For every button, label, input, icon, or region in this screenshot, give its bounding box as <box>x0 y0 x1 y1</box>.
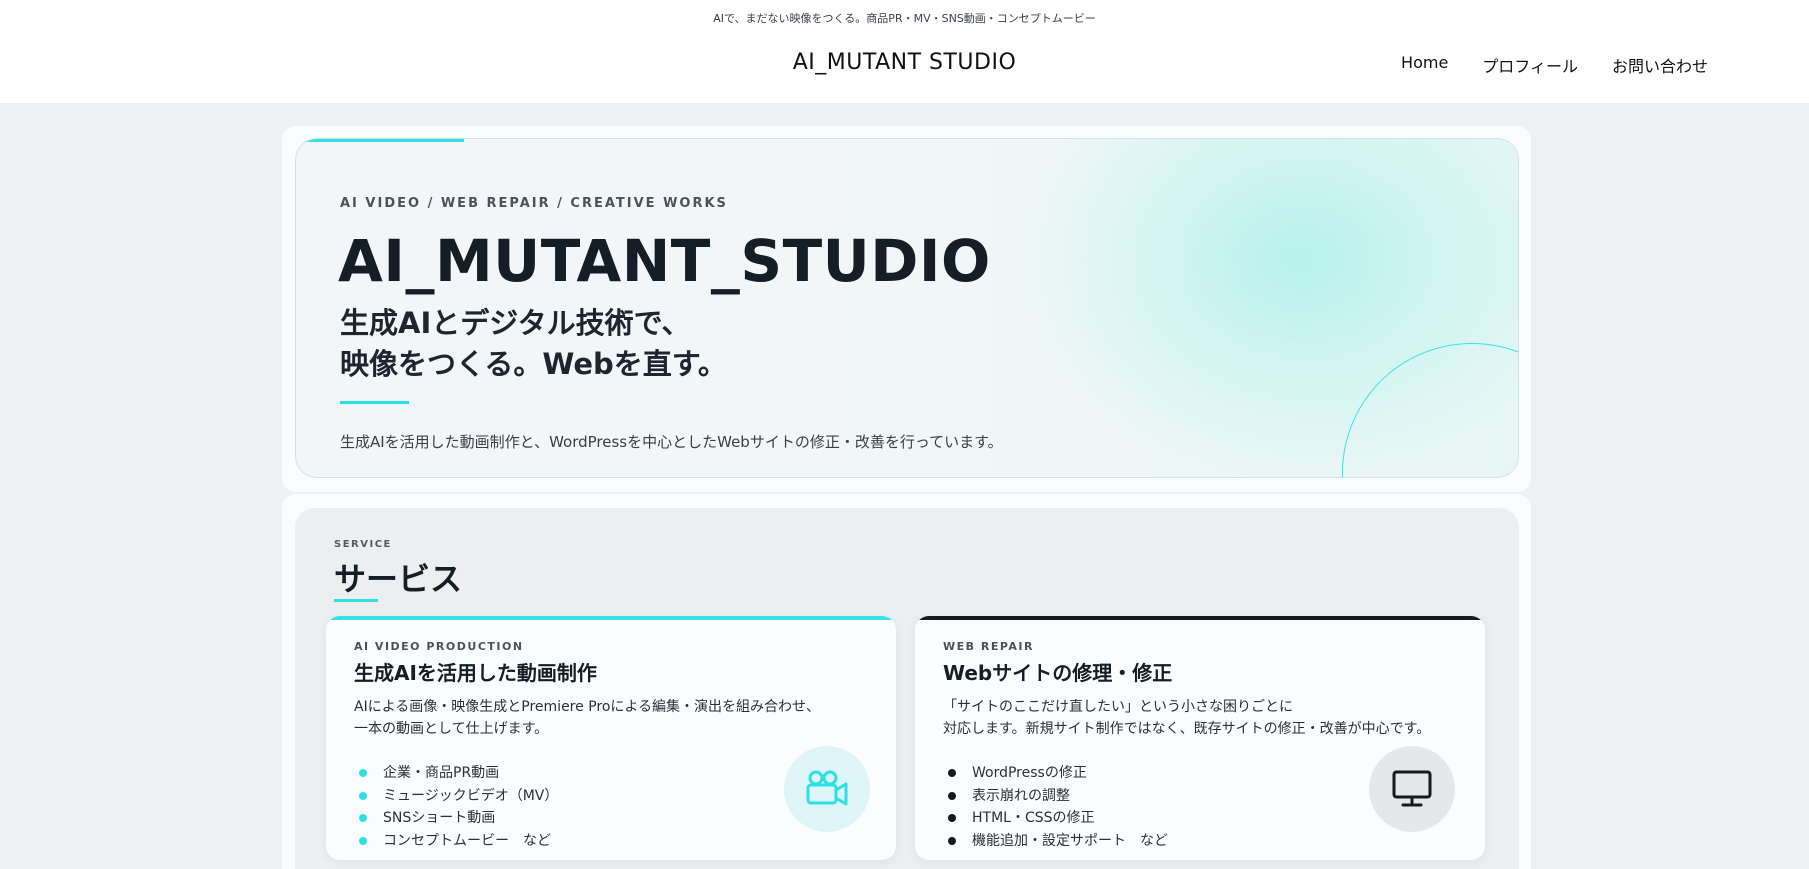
card-description-line-2: 一本の動画として仕上げます。 <box>354 721 549 737</box>
hero-subtitle: 生成AIとデジタル技術で、 映像をつくる。Webを直す。 <box>340 303 727 385</box>
hero-title: AI_MUTANT_STUDIO <box>338 227 991 295</box>
list-item: 表示崩れの調整 <box>948 785 1168 808</box>
card-description: AIによる画像・映像生成とPremiere Proによる編集・演出を組み合わせ、… <box>354 696 874 740</box>
list-item: WordPressの修正 <box>948 762 1168 785</box>
service-card-ai-video: AI VIDEO PRODUCTION 生成AIを活用した動画制作 AIによる画… <box>326 616 896 860</box>
main-nav: Home プロフィール お問い合わせ <box>1401 53 1708 77</box>
service-eyebrow: SERVICE <box>334 539 392 550</box>
nav-item-profile[interactable]: プロフィール <box>1482 53 1578 77</box>
hero-subtitle-line-2: 映像をつくる。Webを直す。 <box>340 347 727 381</box>
video-camera-icon <box>784 746 870 832</box>
service-card-web-repair: WEB REPAIR Webサイトの修理・修正 「サイトのここだけ直したい」とい… <box>915 616 1485 860</box>
hero-panel: AI VIDEO / WEB REPAIR / CREATIVE WORKS A… <box>295 138 1519 478</box>
list-item: 機能追加・設定サポート など <box>948 830 1168 853</box>
list-item: コンセプトムービー など <box>359 830 558 853</box>
card-accent-line <box>326 616 896 620</box>
hero-divider <box>340 401 409 404</box>
card-feature-list: WordPressの修正 表示崩れの調整 HTML・CSSの修正 機能追加・設定… <box>948 762 1168 852</box>
hero-eyebrow: AI VIDEO / WEB REPAIR / CREATIVE WORKS <box>340 196 728 211</box>
list-item: ミュージックビデオ（MV） <box>359 785 558 808</box>
card-eyebrow: WEB REPAIR <box>943 640 1034 653</box>
hero-subtitle-line-1: 生成AIとデジタル技術で、 <box>340 306 691 340</box>
card-title: 生成AIを活用した動画制作 <box>354 661 597 685</box>
list-item: 企業・商品PR動画 <box>359 762 558 785</box>
list-item: SNSショート動画 <box>359 807 558 830</box>
card-eyebrow: AI VIDEO PRODUCTION <box>354 640 524 653</box>
card-accent-line <box>915 616 1485 620</box>
list-item: HTML・CSSの修正 <box>948 807 1168 830</box>
card-description-line-1: AIによる画像・映像生成とPremiere Proによる編集・演出を組み合わせ、 <box>354 699 820 715</box>
card-description-line-2: 対応します。新規サイト制作ではなく、既存サイトの修正・改善が中心です。 <box>943 721 1431 737</box>
site-tagline: AIで、まだない映像をつくる。商品PR・MV・SNS動画・コンセプトムービー <box>713 12 1096 25</box>
card-title: Webサイトの修理・修正 <box>943 661 1173 685</box>
nav-item-home[interactable]: Home <box>1401 53 1448 77</box>
card-description: 「サイトのここだけ直したい」という小さな困りごとに 対応します。新規サイト制作で… <box>943 696 1463 740</box>
site-header: AIで、まだない映像をつくる。商品PR・MV・SNS動画・コンセプトムービー A… <box>0 0 1809 103</box>
service-divider <box>334 599 378 602</box>
card-description-line-1: 「サイトのここだけ直したい」という小さな困りごとに <box>943 699 1293 715</box>
hero-accent-line <box>296 139 464 142</box>
card-feature-list: 企業・商品PR動画 ミュージックビデオ（MV） SNSショート動画 コンセプトム… <box>359 762 558 852</box>
hero-description: 生成AIを活用した動画制作と、WordPressを中心としたWebサイトの修正・… <box>340 433 1003 451</box>
hero-section: AI VIDEO / WEB REPAIR / CREATIVE WORKS A… <box>282 126 1531 492</box>
service-title: サービス <box>334 560 463 598</box>
service-panel: SERVICE サービス AI VIDEO PRODUCTION 生成AIを活用… <box>295 508 1519 869</box>
nav-item-contact[interactable]: お問い合わせ <box>1612 53 1708 77</box>
monitor-icon <box>1369 746 1455 832</box>
service-section: SERVICE サービス AI VIDEO PRODUCTION 生成AIを活用… <box>282 494 1531 869</box>
